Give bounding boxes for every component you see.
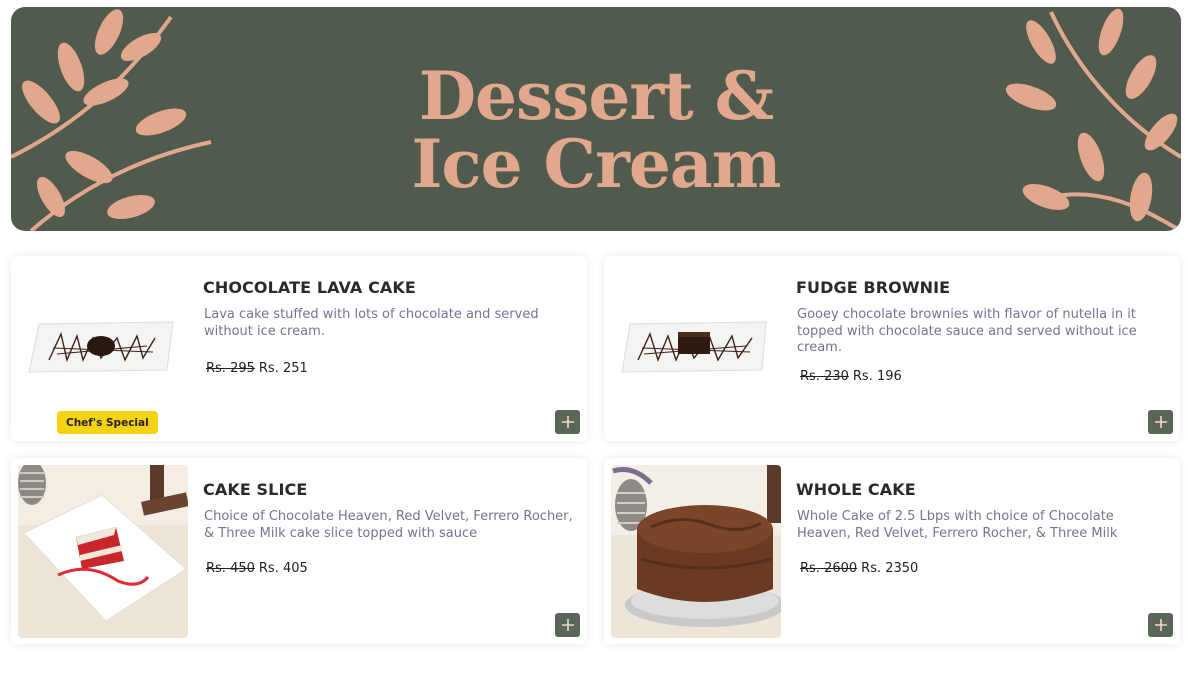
add-to-cart-button[interactable] [1148,613,1173,637]
item-name: CAKE SLICE [203,480,308,499]
cake-slice-photo [18,465,188,638]
discounted-price: Rs. 405 [258,561,308,576]
chefs-special-badge: Chef's Special [57,411,158,434]
discounted-price: Rs. 2350 [861,561,919,576]
add-to-cart-button[interactable] [555,410,580,434]
banner-title-line2: Ice Cream [411,125,782,203]
add-to-cart-button[interactable] [555,613,580,637]
lava-cake-image [28,321,174,373]
original-price: Rs. 295 [206,361,255,376]
plus-icon [1154,619,1167,631]
banner-title-line1: Dessert & [418,57,774,135]
discounted-price: Rs. 251 [258,361,308,376]
add-to-cart-button[interactable] [1148,410,1173,434]
item-description: Gooey chocolate brownies with flavor of … [797,307,1137,355]
menu-item-card[interactable]: WHOLE CAKE Whole Cake of 2.5 Lbps with c… [604,458,1180,644]
original-price: Rs. 230 [800,369,849,384]
whole-cake-photo [611,465,781,638]
discounted-price: Rs. 196 [852,369,902,384]
item-price: Rs. 450 Rs. 405 [206,561,308,576]
plus-icon [561,619,574,631]
plus-icon [561,416,574,428]
original-price: Rs. 450 [206,561,255,576]
item-description: Lava cake stuffed with lots of chocolate… [204,307,539,339]
item-price: Rs. 2600 Rs. 2350 [800,561,918,576]
menu-item-card[interactable]: FUDGE BROWNIE Gooey chocolate brownies w… [604,256,1180,441]
plus-icon [1154,416,1167,428]
item-name: FUDGE BROWNIE [796,278,951,297]
item-name: CHOCOLATE LAVA CAKE [203,278,416,297]
item-description: Choice of Chocolate Heaven, Red Velvet, … [204,509,573,541]
category-banner: Dessert & Ice Cream [11,7,1181,231]
item-name: WHOLE CAKE [796,480,916,499]
item-price: Rs. 295 Rs. 251 [206,361,308,376]
menu-item-card[interactable]: CAKE SLICE Choice of Chocolate Heaven, R… [11,458,587,644]
item-description: Whole Cake of 2.5 Lbps with choice of Ch… [797,509,1118,541]
menu-item-card[interactable]: CHOCOLATE LAVA CAKE Lava cake stuffed wi… [11,256,587,441]
item-price: Rs. 230 Rs. 196 [800,369,902,384]
brownie-image [621,321,767,373]
original-price: Rs. 2600 [800,561,858,576]
